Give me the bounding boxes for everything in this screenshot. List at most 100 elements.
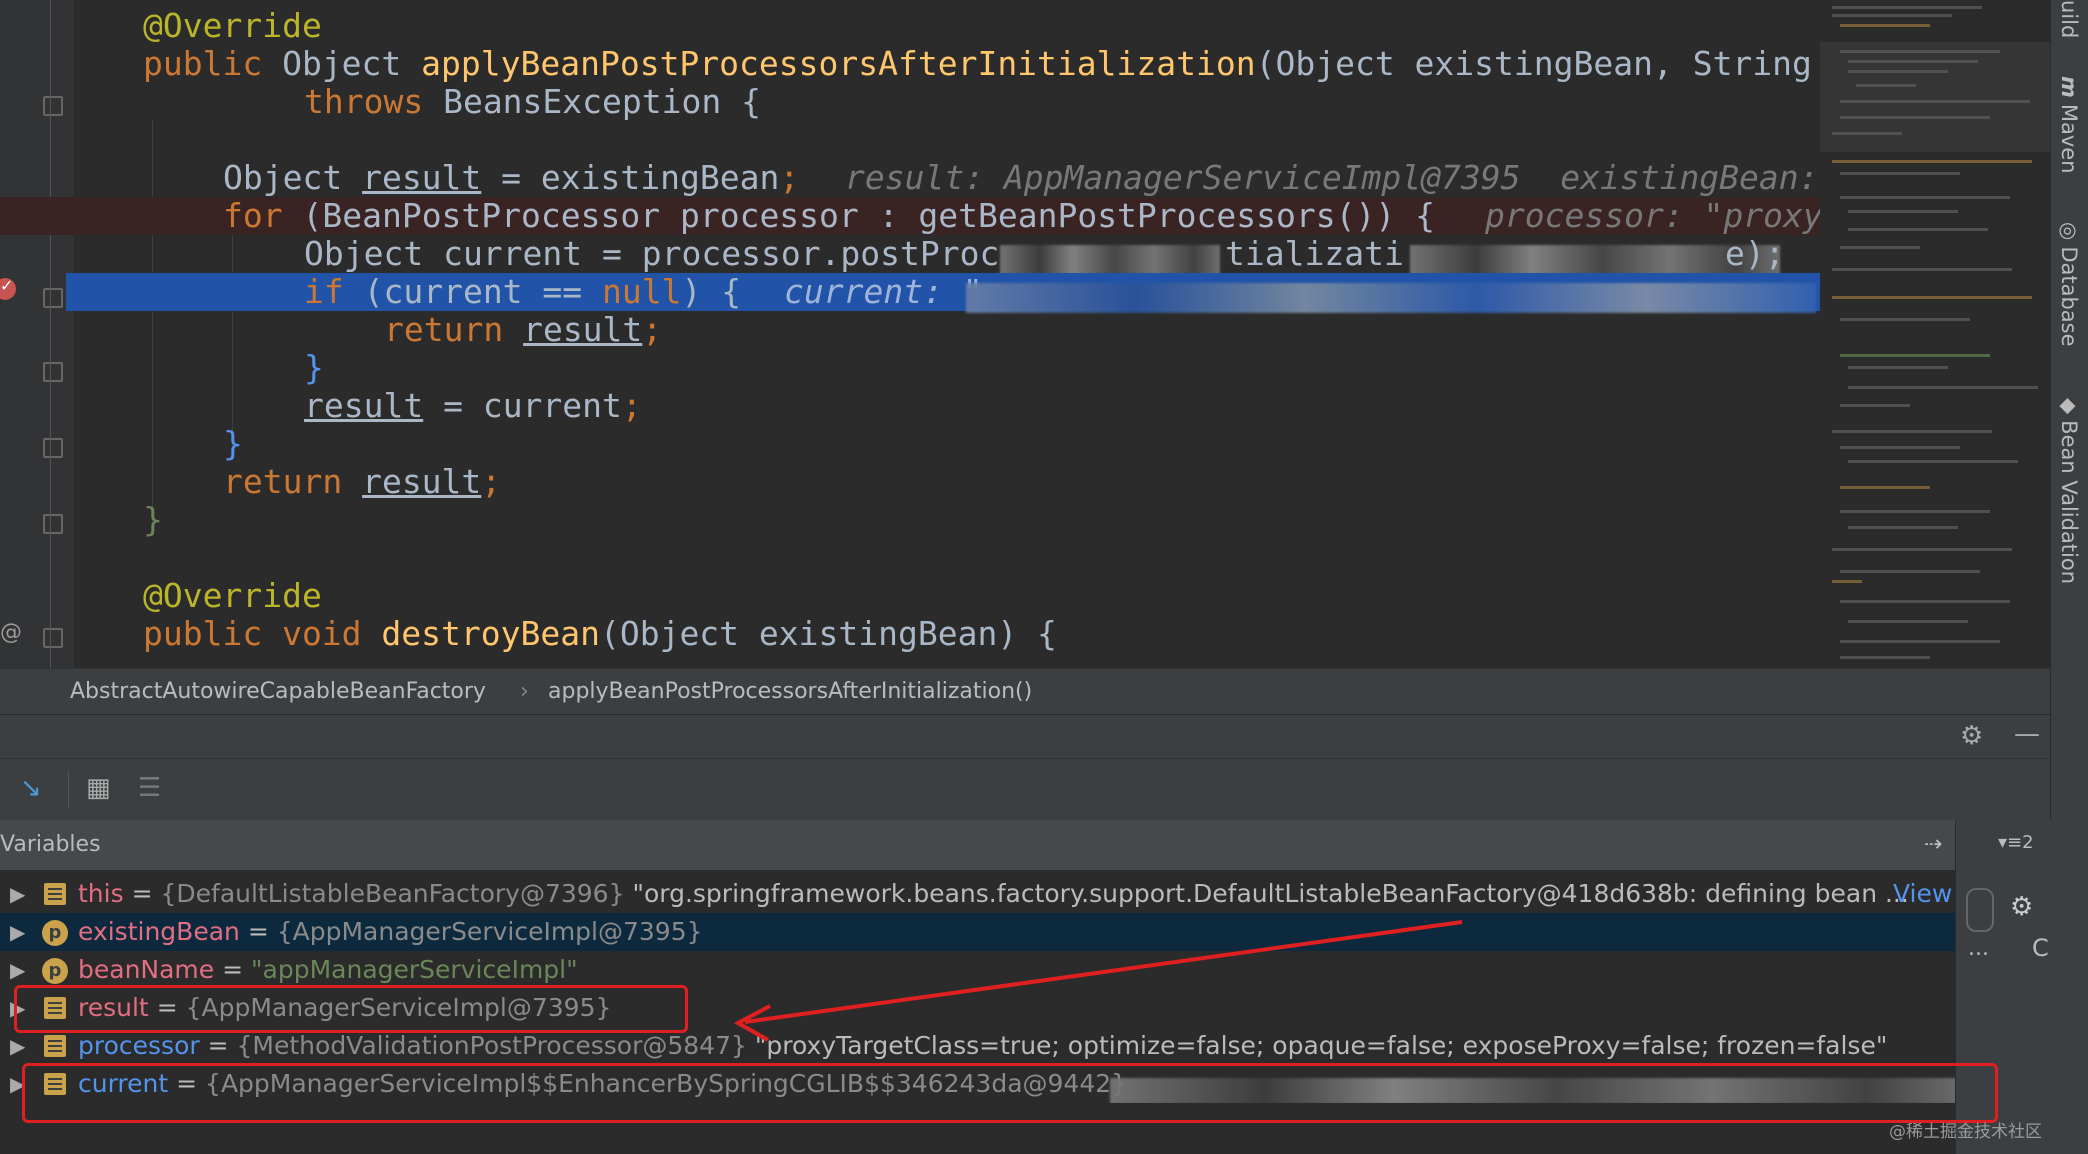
build-tab-label: uild <box>2057 0 2081 39</box>
equals-sign: = <box>222 955 244 984</box>
variable-row-this[interactable]: ▶ this = {DefaultListableBeanFactory@739… <box>0 875 1955 913</box>
toolbar-divider <box>68 771 69 807</box>
database-icon: ◎ <box>2057 222 2081 241</box>
execution-point-line[interactable]: if (current == null) { current: " <box>66 272 1820 313</box>
gear-icon[interactable]: ⚙ <box>2010 894 2033 920</box>
debug-panel-header: ⚙ — <box>0 714 2050 759</box>
debug-toolbar: ↘ ▦ ☰ <box>0 758 2050 822</box>
code-editor[interactable]: @ @Override public Object applyBeanPostP… <box>0 0 1820 668</box>
variable-name: processor <box>78 1031 200 1060</box>
breakpoint-code-line[interactable]: for (BeanPostProcessor processor : getBe… <box>0 197 1820 235</box>
highlight-box-result <box>14 985 688 1033</box>
maven-icon: m <box>2057 76 2081 98</box>
database-tab-label: Database <box>2057 246 2081 347</box>
closing-brace: } <box>143 500 163 539</box>
step-cursor-icon[interactable]: ↘ <box>20 775 42 801</box>
inline-debug-hint: result: AppManagerServiceImpl@7395 exist… <box>845 158 1819 197</box>
right-tool-strip: uild m Maven ◎ Database ◆ Bean Validation <box>2050 0 2088 1154</box>
breadcrumb-class[interactable]: AbstractAutowireCapableBeanFactory <box>70 669 486 715</box>
equals-sign: = <box>207 1031 229 1060</box>
minimap-viewport[interactable] <box>1820 42 2050 152</box>
breadcrumb: AbstractAutowireCapableBeanFactory › app… <box>0 668 2050 715</box>
if-statement: if (current == null) { <box>304 272 742 311</box>
variable-type: {DefaultListableBeanFactory@7396} <box>160 879 625 908</box>
restore-layout-icon[interactable]: ⇢ <box>1924 820 1942 870</box>
return-statement: return result; <box>223 462 502 501</box>
bean-validation-tab[interactable]: ◆ Bean Validation <box>2057 398 2081 584</box>
method-signature: public void destroyBean(Object existingB… <box>143 614 1057 653</box>
for-loop: for (BeanPostProcessor processor : getBe… <box>223 196 1435 235</box>
inline-debug-hint: current: " <box>784 272 983 311</box>
code-line[interactable]: result = current; <box>0 387 1820 425</box>
breadcrumb-method[interactable]: applyBeanPostProcessorsAfterInitializati… <box>548 669 1032 715</box>
variable-name: beanName <box>78 955 215 984</box>
bean-validation-icon: ◆ <box>2057 398 2081 415</box>
code-line[interactable]: } <box>0 425 1820 463</box>
annotation-text: @Override <box>143 576 322 615</box>
field-icon <box>44 1035 66 1057</box>
variable-row-existingBean[interactable]: ▶ p existingBean = {AppManagerServiceImp… <box>0 913 1955 951</box>
code-line[interactable]: } <box>0 501 1820 539</box>
database-tab[interactable]: ◎ Database <box>2057 222 2081 347</box>
variable-row-beanName[interactable]: ▶ p beanName = "appManagerServiceImpl" <box>0 951 1955 989</box>
equals-sign: = <box>247 917 269 946</box>
post-process-call-end: e); <box>1725 234 1785 273</box>
variable-value: "proxyTargetClass=true; optimize=false; … <box>754 1031 1888 1060</box>
watermark: @稀土掘金技术社区 <box>1889 1122 2042 1142</box>
variable-type: {AppManagerServiceImpl@7395} <box>276 917 703 946</box>
code-line[interactable]: public Object applyBeanPostProcessorsAft… <box>0 45 1820 83</box>
blurred-region <box>966 277 1816 315</box>
bean-validation-tab-label: Bean Validation <box>2057 420 2081 585</box>
code-line[interactable]: } <box>0 349 1820 387</box>
throws-clause: throws BeansException { <box>304 82 761 121</box>
result-declaration: Object result = existingBean; <box>223 158 800 197</box>
highlight-box-current <box>22 1063 1998 1123</box>
parameter-icon: p <box>42 958 68 984</box>
minimize-icon[interactable]: — <box>2014 721 2040 747</box>
code-line[interactable]: return result; <box>0 463 1820 501</box>
variable-value: "org.springframework.beans.factory.suppo… <box>632 879 1909 908</box>
closing-brace: } <box>223 424 243 463</box>
variables-title: Variables <box>0 832 101 857</box>
code-line[interactable]: throws BeansException { <box>0 83 1820 121</box>
variable-value: "appManagerServiceImpl" <box>251 955 578 984</box>
assignment-statement: result = current; <box>304 386 642 425</box>
annotation-text: @Override <box>143 6 322 45</box>
variable-name: existingBean <box>78 917 240 946</box>
side-label-c: C <box>2032 934 2049 962</box>
more-button[interactable]: ... <box>1968 936 1989 961</box>
watches-count[interactable]: ▾≡2 <box>1998 832 2034 853</box>
closing-brace: } <box>304 348 324 387</box>
post-process-call: Object current = processor.postProc <box>304 234 1000 273</box>
breadcrumb-separator: › <box>520 679 529 704</box>
blurred-region <box>1000 239 1220 277</box>
frames-list-icon[interactable]: ☰ <box>138 775 161 801</box>
post-process-call-tail: tializati <box>1225 234 1404 273</box>
inline-debug-hint: processor: "proxy <box>1485 196 1820 235</box>
view-link[interactable]: View <box>1893 875 1952 913</box>
equals-sign: = <box>131 879 153 908</box>
variable-name: this <box>78 879 124 908</box>
code-line[interactable]: return result; <box>0 311 1820 349</box>
evaluate-table-icon[interactable]: ▦ <box>86 775 111 801</box>
expand-arrow-icon[interactable]: ▶ <box>10 913 25 951</box>
maven-tab-label: Maven <box>2057 103 2081 174</box>
parameter-icon: p <box>42 920 68 946</box>
expand-arrow-icon[interactable]: ▶ <box>10 951 25 989</box>
return-statement: return result; <box>384 310 663 349</box>
variables-header: Variables ⇢ <box>0 820 1955 870</box>
code-line[interactable]: public void destroyBean(Object existingB… <box>0 615 1820 653</box>
build-tab[interactable]: uild <box>2057 0 2081 38</box>
expand-arrow-icon[interactable]: ▶ <box>10 875 25 913</box>
variable-type: {MethodValidationPostProcessor@5847} <box>236 1031 747 1060</box>
maven-tab[interactable]: m Maven <box>2057 76 2081 174</box>
method-signature: public Object applyBeanPostProcessorsAft… <box>143 44 1812 83</box>
code-line[interactable]: @Override <box>0 7 1820 45</box>
code-minimap[interactable] <box>1820 0 2050 668</box>
field-icon <box>44 883 66 905</box>
code-line[interactable]: Object result = existingBean; result: Ap… <box>0 159 1820 197</box>
code-line[interactable]: @Override <box>0 577 1820 615</box>
gear-icon[interactable]: ⚙ <box>1960 723 1983 749</box>
scroll-handle[interactable] <box>1966 888 1994 932</box>
code-line[interactable]: Object current = processor.postProc tial… <box>0 234 1820 275</box>
